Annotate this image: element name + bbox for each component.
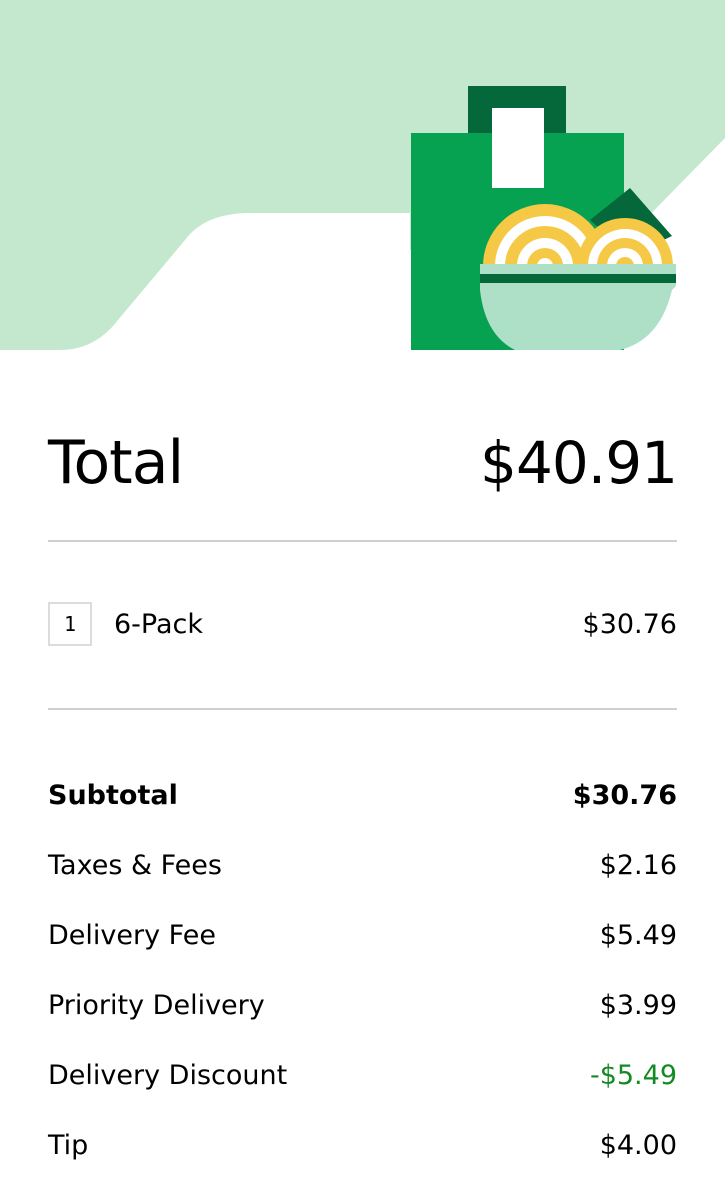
taxes-fees-row: Taxes & Fees $2.16 (48, 830, 677, 900)
item-name: 6-Pack (114, 608, 204, 640)
fee-breakdown: Subtotal $30.76 Taxes & Fees $2.16 Deliv… (48, 760, 677, 1180)
grocery-bag-illustration (0, 0, 725, 350)
item-quantity-box: 1 (48, 602, 92, 646)
subtotal-label: Subtotal (48, 779, 178, 811)
divider (48, 708, 677, 710)
delivery-fee-row: Delivery Fee $5.49 (48, 900, 677, 970)
tip-row: Tip $4.00 (48, 1110, 677, 1180)
delivery-discount-label: Delivery Discount (48, 1059, 288, 1091)
tip-value: $4.00 (599, 1129, 677, 1161)
taxes-fees-value: $2.16 (599, 849, 677, 881)
delivery-discount-row: Delivery Discount -$5.49 (48, 1040, 677, 1110)
delivery-fee-label: Delivery Fee (48, 919, 216, 951)
tip-label: Tip (48, 1129, 89, 1161)
delivery-fee-value: $5.49 (599, 919, 677, 951)
hero-illustration (0, 0, 725, 352)
priority-delivery-value: $3.99 (599, 989, 677, 1021)
total-label: Total (48, 428, 184, 498)
subtotal-row: Subtotal $30.76 (48, 760, 677, 830)
taxes-fees-label: Taxes & Fees (48, 849, 222, 881)
priority-delivery-label: Priority Delivery (48, 989, 265, 1021)
subtotal-value: $30.76 (572, 779, 677, 811)
item-quantity: 1 (63, 612, 77, 636)
item-price: $30.76 (582, 608, 677, 640)
delivery-discount-value: -$5.49 (589, 1059, 677, 1091)
divider (48, 540, 677, 542)
cart-item-row: 1 6-Pack $30.76 (48, 598, 677, 650)
order-total-row: Total $40.91 (48, 428, 678, 498)
total-amount: $40.91 (480, 429, 678, 497)
priority-delivery-row: Priority Delivery $3.99 (48, 970, 677, 1040)
